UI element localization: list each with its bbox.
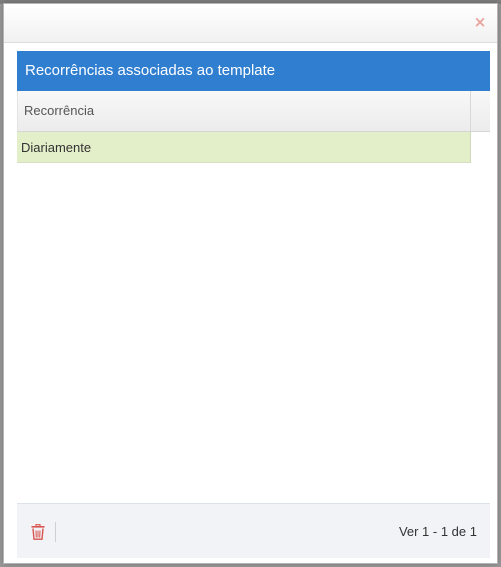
trash-icon[interactable] (31, 523, 45, 540)
recurrences-grid: Recorrências associadas ao template Reco… (17, 51, 490, 163)
grid-caption: Recorrências associadas ao template (17, 51, 490, 91)
pager-record-info: Ver 1 - 1 de 1 (398, 524, 477, 539)
pager-separator (55, 522, 56, 542)
recurrences-dialog: × Recorrências associadas ao template Re… (3, 3, 498, 564)
close-icon[interactable]: × (473, 15, 487, 30)
grid-pager: Ver 1 - 1 de 1 (17, 503, 490, 558)
grid-header-row: Recorrência (17, 91, 490, 132)
cell-recorrencia: Diariamente (21, 140, 92, 155)
dialog-header: × (4, 4, 497, 43)
column-header-recorrencia[interactable]: Recorrência (18, 91, 471, 131)
table-row[interactable]: Diariamente (17, 132, 471, 163)
